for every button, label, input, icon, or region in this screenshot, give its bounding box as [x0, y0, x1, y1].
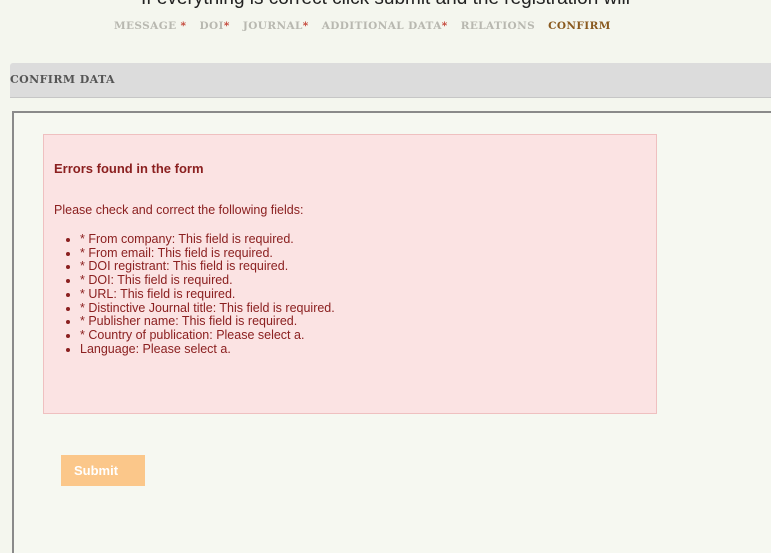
required-marker: * [302, 20, 309, 32]
step-label: DOI [199, 20, 224, 32]
required-marker: * [441, 20, 448, 32]
submit-button[interactable]: Submit [61, 455, 145, 486]
required-marker: * [223, 20, 230, 32]
step-message[interactable]: MESSAGE * [114, 20, 186, 32]
step-label: ADDITIONAL DATA [321, 20, 442, 32]
step-label: CONFIRM [548, 20, 611, 32]
step-journal[interactable]: JOURNAL* [243, 20, 309, 32]
error-item: * DOI registrant: This field is required… [80, 260, 335, 274]
step-label: RELATIONS [460, 20, 536, 32]
step-confirm[interactable]: CONFIRM [548, 20, 611, 32]
step-doi[interactable]: DOI* [200, 20, 230, 32]
error-list: * From company: This field is required. … [54, 232, 335, 357]
section-title: CONFIRM DATA [10, 73, 115, 86]
step-additional-data[interactable]: ADDITIONAL DATA* [322, 20, 448, 32]
required-marker: * [176, 20, 187, 32]
error-item: * From company: This field is required. [80, 232, 335, 247]
section-header: CONFIRM DATA [10, 63, 771, 98]
error-title: Errors found in the form [54, 161, 204, 176]
step-label: JOURNAL [242, 20, 303, 32]
instruction-caption: If everything is correct click submit an… [0, 0, 771, 10]
error-item: Language: Please select a. [80, 342, 335, 357]
error-intro: Please check and correct the following f… [54, 203, 304, 217]
step-relations[interactable]: RELATIONS [461, 20, 535, 32]
wizard-steps: MESSAGE * DOI* JOURNAL* ADDITIONAL DATA*… [114, 20, 620, 32]
step-label: MESSAGE [114, 20, 177, 32]
error-item: * Publisher name: This field is required… [80, 315, 335, 329]
error-item: * Distinctive Journal title: This field … [80, 301, 335, 316]
error-item: * URL: This field is required. [80, 287, 335, 302]
error-item: * Country of publication: Please select … [80, 328, 335, 343]
error-item: * DOI: This field is required. [80, 273, 335, 288]
error-item: * From email: This field is required. [80, 246, 335, 261]
error-summary: Errors found in the form Please check an… [43, 134, 657, 414]
